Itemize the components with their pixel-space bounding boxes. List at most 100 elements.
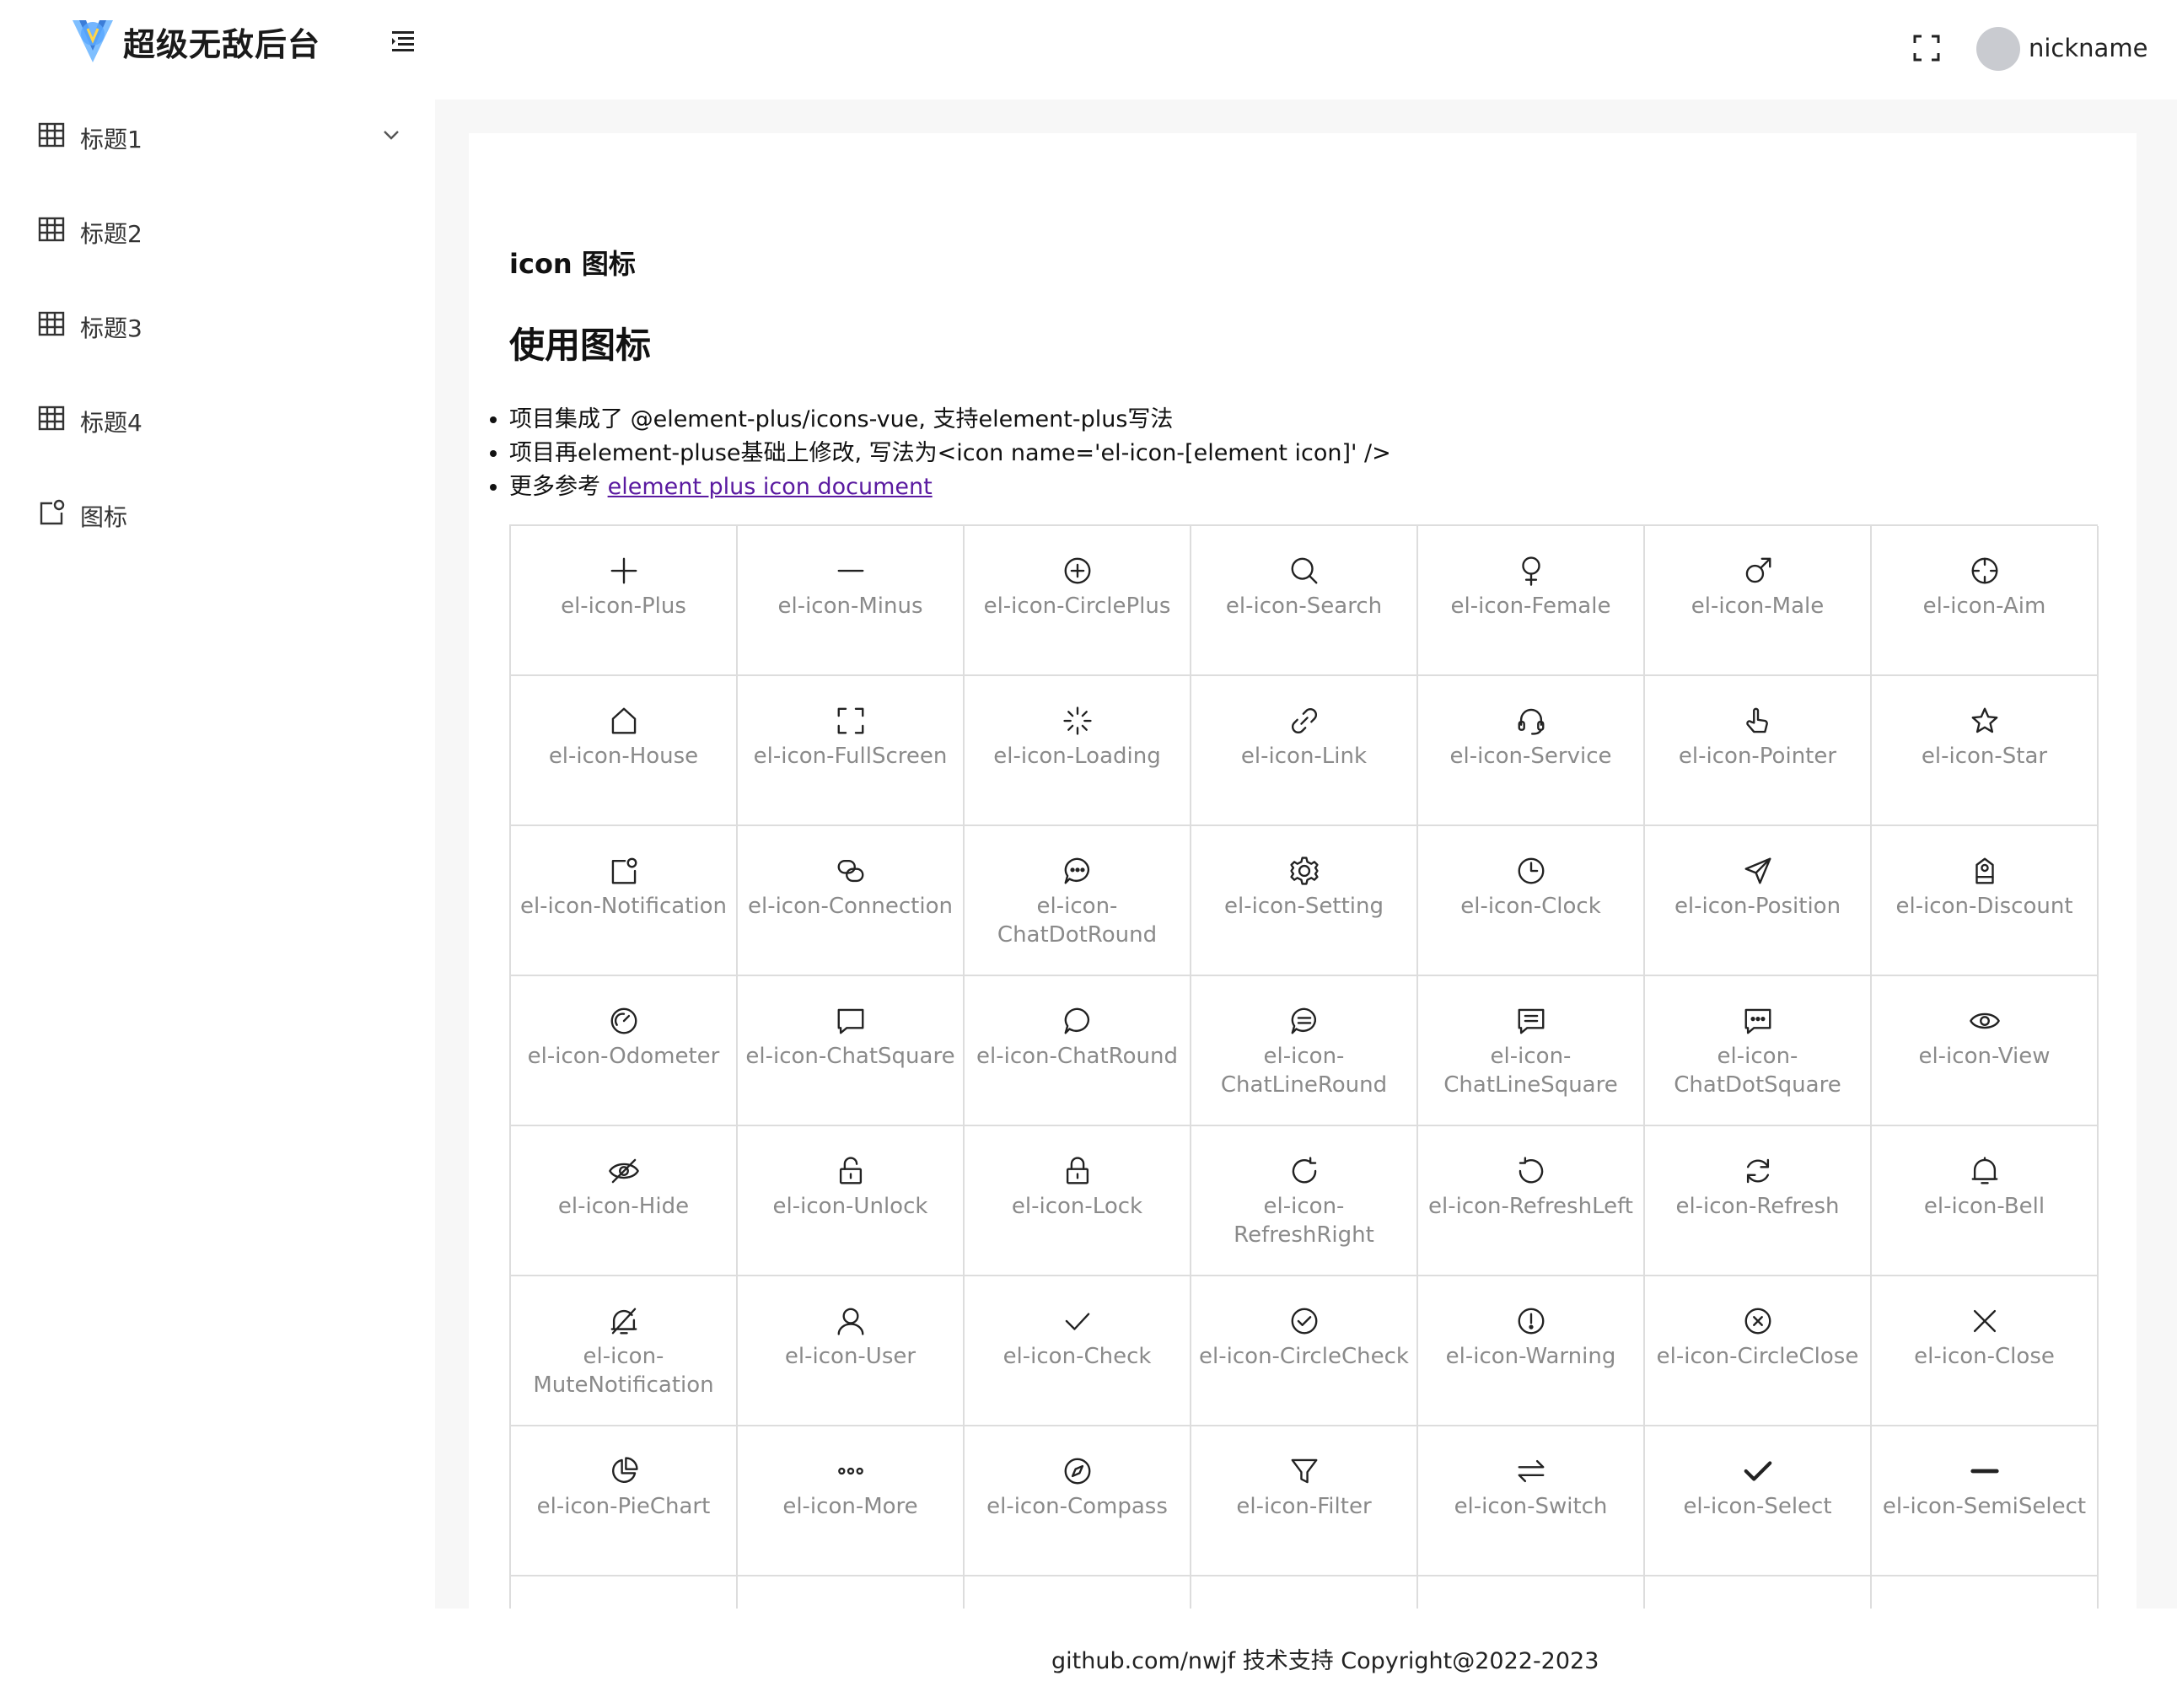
icon-cell[interactable]: el-icon-Check bbox=[965, 1276, 1191, 1426]
icon-cell[interactable]: el-icon-Aim bbox=[1872, 526, 2099, 676]
icon-cell[interactable]: el-icon-FullScreen bbox=[738, 676, 965, 826]
icon-cell[interactable] bbox=[511, 1576, 738, 1609]
icon-cell[interactable]: el-icon-Odometer bbox=[511, 976, 738, 1126]
icon-cell[interactable]: el-icon-MuteNotification bbox=[511, 1276, 738, 1426]
table-grid-icon bbox=[38, 311, 65, 336]
icon-cell[interactable]: el-icon-Link bbox=[1191, 676, 1418, 826]
icon-cell[interactable]: el-icon-Select bbox=[1645, 1426, 1872, 1576]
list-item: 更多参考 element plus icon document bbox=[509, 470, 1391, 504]
top-header: 超级无敌后台 nickname bbox=[0, 0, 2177, 99]
list-item: 项目再element-pluse基础上修改, 写法为<icon name='el… bbox=[509, 437, 1391, 470]
table-grid-icon bbox=[38, 217, 65, 242]
icon-cell[interactable]: el-icon-RefreshLeft bbox=[1418, 1126, 1645, 1276]
icon-cell-label: el-icon-ChatDotSquare bbox=[1674, 1044, 1841, 1098]
icon-cell[interactable]: el-icon-More bbox=[738, 1426, 965, 1576]
sidebar-item-title4[interactable]: 标题4 bbox=[0, 383, 435, 459]
icon-cell-label: el-icon-View bbox=[1918, 1044, 2051, 1069]
icon-cell[interactable] bbox=[738, 1576, 965, 1609]
icon-cell[interactable] bbox=[1418, 1576, 1645, 1609]
icon-cell-label: el-icon-Clock bbox=[1460, 894, 1601, 919]
menu-collapse-icon[interactable] bbox=[390, 27, 417, 54]
avatar[interactable] bbox=[1976, 27, 2020, 71]
sidebar-item-title2[interactable]: 标题2 bbox=[0, 194, 435, 270]
switch-icon bbox=[1518, 1459, 1544, 1483]
icon-cell[interactable]: el-icon-Female bbox=[1418, 526, 1645, 676]
icon-cell[interactable]: el-icon-ChatLineRound bbox=[1191, 976, 1418, 1126]
icon-cell-label: el-icon-User bbox=[784, 1344, 916, 1369]
icon-cell[interactable]: el-icon-Pointer bbox=[1645, 676, 1872, 826]
icon-cell[interactable]: el-icon-House bbox=[511, 676, 738, 826]
sidebar-item-label: 图标 bbox=[80, 503, 128, 531]
icon-cell[interactable]: el-icon-Male bbox=[1645, 526, 1872, 676]
icon-cell[interactable]: el-icon-RefreshRight bbox=[1191, 1126, 1418, 1276]
icon-cell[interactable]: el-icon-SemiSelect bbox=[1872, 1426, 2099, 1576]
icon-cell-label: el-icon-CirclePlus bbox=[983, 594, 1171, 619]
icon-cell[interactable]: el-icon-Connection bbox=[738, 826, 965, 976]
icon-cell-label: el-icon-Female bbox=[1450, 594, 1611, 619]
fullscreen-icon[interactable] bbox=[1912, 34, 1941, 62]
icon-cell[interactable]: el-icon-Loading bbox=[965, 676, 1191, 826]
circle-plus-icon bbox=[1064, 557, 1090, 584]
icon-cell[interactable]: el-icon-Refresh bbox=[1645, 1126, 1872, 1276]
icon-cell[interactable]: el-icon-Lock bbox=[965, 1126, 1191, 1276]
icon-cell[interactable]: el-icon-Service bbox=[1418, 676, 1645, 826]
notes-list: 项目集成了 @element-plus/icons-vue, 支持element… bbox=[487, 403, 1391, 504]
icon-cell[interactable]: el-icon-CirclePlus bbox=[965, 526, 1191, 676]
icon-cell[interactable]: el-icon-ChatRound bbox=[965, 976, 1191, 1126]
male-icon bbox=[1745, 557, 1771, 583]
icon-cell[interactable]: el-icon-ChatDotRound bbox=[965, 826, 1191, 976]
icon-cell[interactable]: el-icon-Unlock bbox=[738, 1126, 965, 1276]
icon-cell[interactable]: el-icon-ChatLineSquare bbox=[1418, 976, 1645, 1126]
doc-link[interactable]: element plus icon document bbox=[608, 474, 933, 500]
chat-dot-round-icon bbox=[1064, 857, 1089, 884]
icon-cell-label: el-icon-PieChart bbox=[536, 1494, 711, 1519]
icon-cell[interactable]: el-icon-CircleCheck bbox=[1191, 1276, 1418, 1426]
icon-cell[interactable]: el-icon-PieChart bbox=[511, 1426, 738, 1576]
icon-cell[interactable] bbox=[1872, 1576, 2099, 1609]
icon-cell-label: el-icon-Connection bbox=[747, 894, 953, 919]
sidebar-item-icons[interactable]: 图标 bbox=[0, 477, 435, 553]
icon-cell-label: el-icon-FullScreen bbox=[753, 744, 948, 769]
icon-cell[interactable]: el-icon-Warning bbox=[1418, 1276, 1645, 1426]
search-icon bbox=[1291, 557, 1317, 584]
icon-cell[interactable]: el-icon-Search bbox=[1191, 526, 1418, 676]
icon-cell-label: el-icon-ChatLineRound bbox=[1220, 1044, 1388, 1098]
icon-cell-label: el-icon-SemiSelect bbox=[1882, 1494, 2087, 1519]
icon-cell-label: el-icon-Compass bbox=[986, 1494, 1168, 1519]
icon-cell-label: el-icon-Service bbox=[1449, 744, 1612, 769]
icon-cell[interactable]: el-icon-Minus bbox=[738, 526, 965, 676]
icon-cell[interactable]: el-icon-CircleClose bbox=[1645, 1276, 1872, 1426]
page-title: icon 图标 bbox=[509, 248, 636, 280]
icon-cell[interactable]: el-icon-User bbox=[738, 1276, 965, 1426]
semi-select-icon bbox=[1970, 1469, 1999, 1474]
lock-icon bbox=[1066, 1157, 1088, 1184]
icon-cell[interactable]: el-icon-Clock bbox=[1418, 826, 1645, 976]
icon-cell[interactable]: el-icon-Close bbox=[1872, 1276, 2099, 1426]
user-nickname[interactable]: nickname bbox=[2029, 34, 2147, 62]
icon-cell[interactable]: el-icon-ChatDotSquare bbox=[1645, 976, 1872, 1126]
icon-cell[interactable]: el-icon-Plus bbox=[511, 526, 738, 676]
icon-cell[interactable]: el-icon-Position bbox=[1645, 826, 1872, 976]
icon-cell-label: el-icon-ChatDotRound bbox=[997, 894, 1158, 948]
icon-cell[interactable]: el-icon-Discount bbox=[1872, 826, 2099, 976]
icon-cell[interactable]: el-icon-Notification bbox=[511, 826, 738, 976]
icon-cell-label: el-icon-Link bbox=[1240, 744, 1368, 769]
icon-cell[interactable]: el-icon-ChatSquare bbox=[738, 976, 965, 1126]
icon-cell[interactable]: el-icon-Compass bbox=[965, 1426, 1191, 1576]
sidebar-item-title1[interactable]: 标题1 bbox=[0, 99, 435, 175]
icon-cell[interactable]: el-icon-Setting bbox=[1191, 826, 1418, 976]
icon-cell[interactable] bbox=[1191, 1576, 1418, 1609]
icon-cell[interactable]: el-icon-Bell bbox=[1872, 1126, 2099, 1276]
compass-icon bbox=[1064, 1458, 1090, 1485]
note-text: 项目再element-pluse基础上修改, 写法为<icon name='el… bbox=[509, 440, 1391, 466]
icon-cell[interactable]: el-icon-Filter bbox=[1191, 1426, 1418, 1576]
sidebar-item-title3[interactable]: 标题3 bbox=[0, 288, 435, 364]
discount-icon bbox=[1975, 857, 1994, 884]
icon-cell[interactable] bbox=[965, 1576, 1191, 1609]
icon-cell[interactable] bbox=[1645, 1576, 1872, 1609]
icon-cell[interactable]: el-icon-Switch bbox=[1418, 1426, 1645, 1576]
icon-cell[interactable]: el-icon-Star bbox=[1872, 676, 2099, 826]
icon-cell-label: el-icon-Odometer bbox=[527, 1044, 720, 1069]
icon-cell[interactable]: el-icon-Hide bbox=[511, 1126, 738, 1276]
icon-cell[interactable]: el-icon-View bbox=[1872, 976, 2099, 1126]
